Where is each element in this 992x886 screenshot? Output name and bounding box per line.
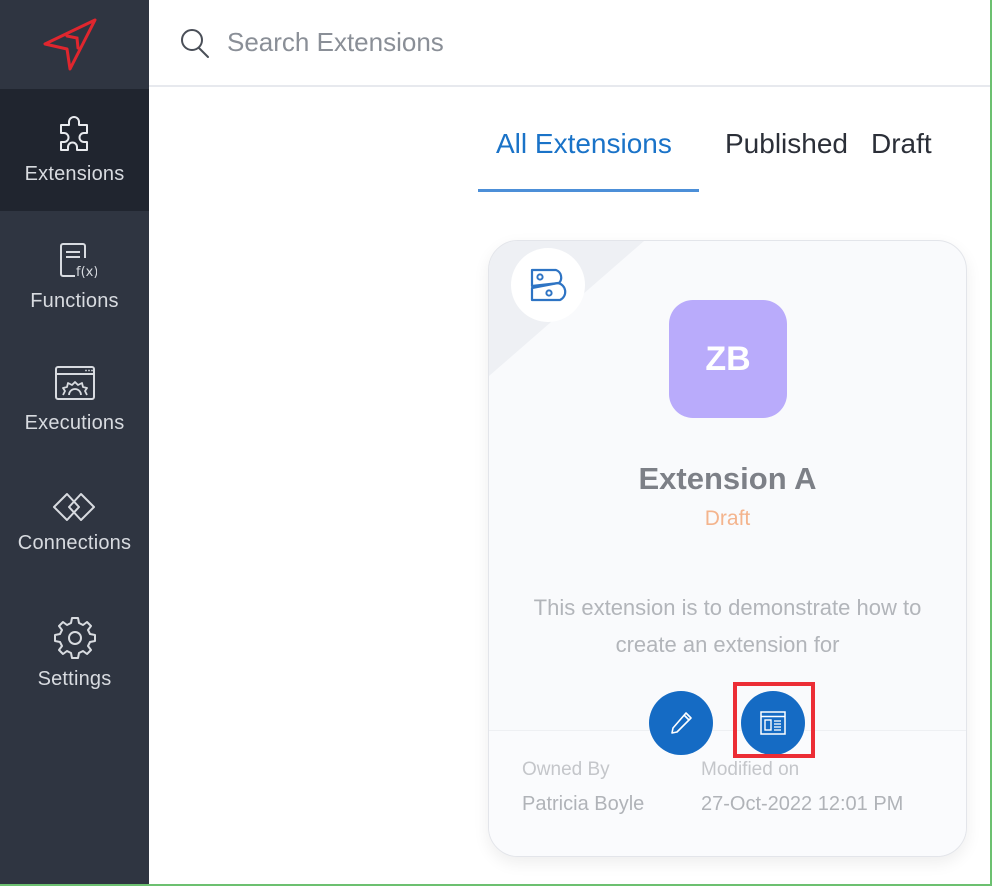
logo[interactable] [0, 0, 149, 89]
sidebar-item-executions[interactable]: Executions [0, 340, 149, 462]
card-footer: Owned By Patricia Boyle Modified on 27-O… [489, 730, 966, 856]
sidebar-item-connections[interactable]: Connections [0, 466, 149, 588]
sidebar-item-label: Executions [24, 412, 125, 434]
browser-window-icon [760, 711, 786, 735]
pencil-icon [671, 712, 692, 734]
function-icon: f(x) [59, 243, 97, 280]
tab-draft[interactable]: Draft [871, 120, 971, 192]
svg-text:f(x): f(x) [76, 265, 97, 280]
extension-name: Extension A [638, 461, 817, 496]
search-input[interactable] [227, 20, 727, 64]
sidebar: Extensions f(x) Functions Executions Con… [0, 0, 149, 884]
edit-button[interactable] [649, 691, 713, 755]
sidebar-item-label: Connections [17, 532, 132, 554]
sidebar-item-label: Settings [37, 668, 112, 690]
status-badge: Draft [704, 507, 751, 530]
sidebar-item-extensions[interactable]: Extensions [0, 89, 149, 211]
search-icon [181, 29, 209, 58]
card-badge [511, 248, 585, 322]
extension-tabs: All Extensions Published Draft [478, 120, 971, 192]
tab-published[interactable]: Published [699, 120, 871, 192]
brand-logo-icon [43, 18, 96, 70]
executions-icon [54, 366, 95, 400]
extension-avatar: ZB [669, 300, 787, 418]
preview-button[interactable] [741, 691, 805, 755]
modified-on-label: Modified on [701, 759, 800, 780]
extension-description: This extension is to demonstrate how to … [533, 595, 922, 657]
puzzle-icon [59, 116, 88, 151]
sidebar-item-label: Extensions [24, 163, 125, 185]
sidebar-item-functions[interactable]: f(x) Functions [0, 214, 149, 336]
connections-icon [52, 493, 95, 521]
owned-by-label: Owned By [522, 759, 610, 780]
owned-by-value: Patricia Boyle [522, 793, 645, 815]
sidebar-item-settings[interactable]: Settings [0, 592, 149, 714]
modified-on-value: 27-Oct-2022 12:01 PM [701, 793, 904, 815]
zoho-bigin-icon [530, 268, 567, 302]
gear-icon [53, 617, 96, 659]
extension-card[interactable]: ZB Extension A Draft This extension is t… [488, 240, 967, 857]
sidebar-item-label: Functions [30, 290, 119, 312]
search-bar [149, 0, 990, 87]
tab-all-extensions[interactable]: All Extensions [478, 120, 699, 192]
